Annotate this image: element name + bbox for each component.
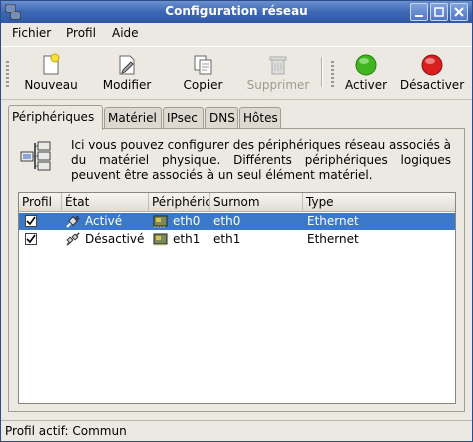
network-card-icon — [153, 233, 168, 246]
minimize-icon — [415, 15, 423, 17]
toolbar-grip-2[interactable] — [331, 61, 334, 87]
copy-label: Copier — [183, 78, 223, 92]
menu-aide[interactable]: Aide — [112, 26, 139, 40]
device-cell: eth0 — [173, 214, 201, 228]
status-text: Profil actif: Commun — [5, 424, 127, 438]
toolbar-grip[interactable] — [6, 61, 9, 87]
connected-plug-icon — [66, 215, 80, 228]
title-bar[interactable]: Configuration réseau — [1, 1, 472, 23]
checkmark-icon — [26, 234, 36, 244]
menu-bar: Fichier Profil Aide — [1, 23, 472, 45]
column-header-surnom[interactable]: Surnom — [210, 193, 303, 212]
maximize-icon — [434, 7, 444, 17]
edit-label: Modifier — [102, 78, 152, 92]
tab-ipsec[interactable]: IPsec — [163, 107, 204, 128]
table-row[interactable]: Désactivé eth1 eth1 Ethernet — [19, 231, 455, 248]
description-text: Ici vous pouvez configurer des périphéri… — [71, 138, 451, 182]
tab-materiel[interactable]: Matériel — [104, 107, 162, 128]
new-button[interactable]: Nouveau — [18, 47, 84, 97]
green-circle-icon — [355, 54, 377, 76]
minimize-button[interactable] — [410, 3, 428, 21]
table-header: Profil État Périphéric Surnom Type — [19, 193, 455, 212]
edit-button[interactable]: Modifier — [94, 47, 160, 97]
maximize-button[interactable] — [430, 3, 448, 21]
deactivate-button[interactable]: Désactiver — [397, 47, 467, 97]
copy-icon — [194, 55, 212, 75]
toolbar: Nouveau Modifier Copier Supprimer Active… — [1, 46, 472, 100]
checkmark-icon — [26, 216, 36, 226]
column-header-peripherique[interactable]: Périphéric — [149, 193, 210, 212]
nickname-cell: eth0 — [213, 214, 241, 228]
table-row[interactable]: Activé eth0 eth0 Ethernet — [19, 213, 455, 230]
trash-icon — [269, 56, 287, 75]
devices-panel: Ici vous pouvez configurer des périphéri… — [8, 128, 465, 412]
type-cell: Ethernet — [307, 214, 359, 228]
close-icon — [454, 7, 464, 17]
menu-profil[interactable]: Profil — [66, 26, 96, 40]
toolbar-separator — [321, 57, 323, 87]
type-cell: Ethernet — [307, 232, 359, 246]
status-bar: Profil actif: Commun — [1, 420, 472, 441]
devices-table[interactable]: Profil État Périphéric Surnom Type Activ… — [18, 192, 456, 404]
delete-button[interactable]: Supprimer — [241, 47, 315, 97]
new-document-icon — [43, 53, 60, 75]
column-header-profil[interactable]: Profil — [19, 193, 62, 212]
activate-label: Activer — [344, 78, 388, 92]
activate-button[interactable]: Activer — [337, 47, 395, 97]
window-title: Configuration réseau — [165, 4, 308, 18]
tab-hotes[interactable]: Hôtes — [239, 107, 281, 128]
deactivate-label: Désactiver — [399, 78, 465, 92]
close-button[interactable] — [450, 3, 468, 21]
state-cell: Activé — [85, 214, 123, 228]
edit-icon — [119, 55, 135, 75]
profile-checkbox[interactable] — [25, 233, 37, 245]
network-card-icon — [153, 215, 168, 228]
column-header-type[interactable]: Type — [303, 193, 455, 212]
column-header-etat[interactable]: État — [62, 193, 149, 212]
tab-dns[interactable]: DNS — [205, 107, 238, 128]
device-cell: eth1 — [173, 232, 201, 246]
nickname-cell: eth1 — [213, 232, 241, 246]
state-cell: Désactivé — [85, 232, 145, 246]
copy-button[interactable]: Copier — [170, 47, 236, 97]
new-label: Nouveau — [24, 78, 78, 92]
profile-checkbox[interactable] — [25, 215, 37, 227]
disconnected-plug-icon — [66, 232, 80, 246]
network-devices-icon — [20, 141, 51, 171]
tab-peripheriques[interactable]: Périphériques — [8, 105, 103, 130]
delete-label: Supprimer — [246, 78, 310, 92]
app-window: Configuration réseau Fichier Profil Aide… — [0, 0, 473, 442]
menu-fichier[interactable]: Fichier — [12, 26, 51, 40]
red-circle-icon — [421, 54, 443, 76]
